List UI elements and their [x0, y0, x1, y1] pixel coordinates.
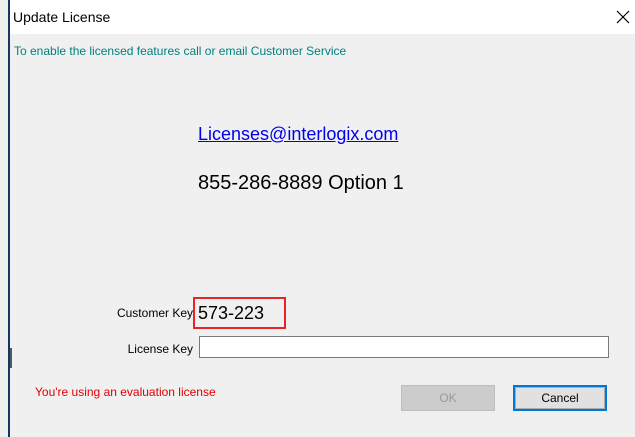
- evaluation-warning: You're using an evaluation license: [35, 385, 216, 399]
- close-x-icon: [616, 10, 630, 24]
- update-license-dialog: Update License To enable the licensed fe…: [8, 0, 635, 437]
- license-key-input[interactable]: [199, 336, 609, 358]
- cancel-button[interactable]: Cancel: [513, 385, 607, 411]
- email-link[interactable]: Licenses@interlogix.com: [198, 124, 398, 145]
- title-bar: Update License: [10, 0, 635, 34]
- customer-key-value: 573-223: [198, 302, 265, 323]
- screen: Update License To enable the licensed fe…: [0, 0, 635, 437]
- instructions-text: To enable the licensed features call or …: [14, 44, 347, 58]
- customer-key-highlight-box: 573-223: [193, 297, 286, 329]
- license-key-label: License Key: [127, 342, 193, 356]
- window-edge-marker: [10, 348, 12, 368]
- ok-button[interactable]: OK: [401, 385, 495, 411]
- cancel-button-label: Cancel: [515, 387, 605, 409]
- window-title: Update License: [13, 9, 111, 25]
- customer-key-label: Customer Key: [116, 306, 193, 320]
- phone-number: 855-286-8889 Option 1: [198, 172, 404, 194]
- close-button[interactable]: [611, 4, 635, 30]
